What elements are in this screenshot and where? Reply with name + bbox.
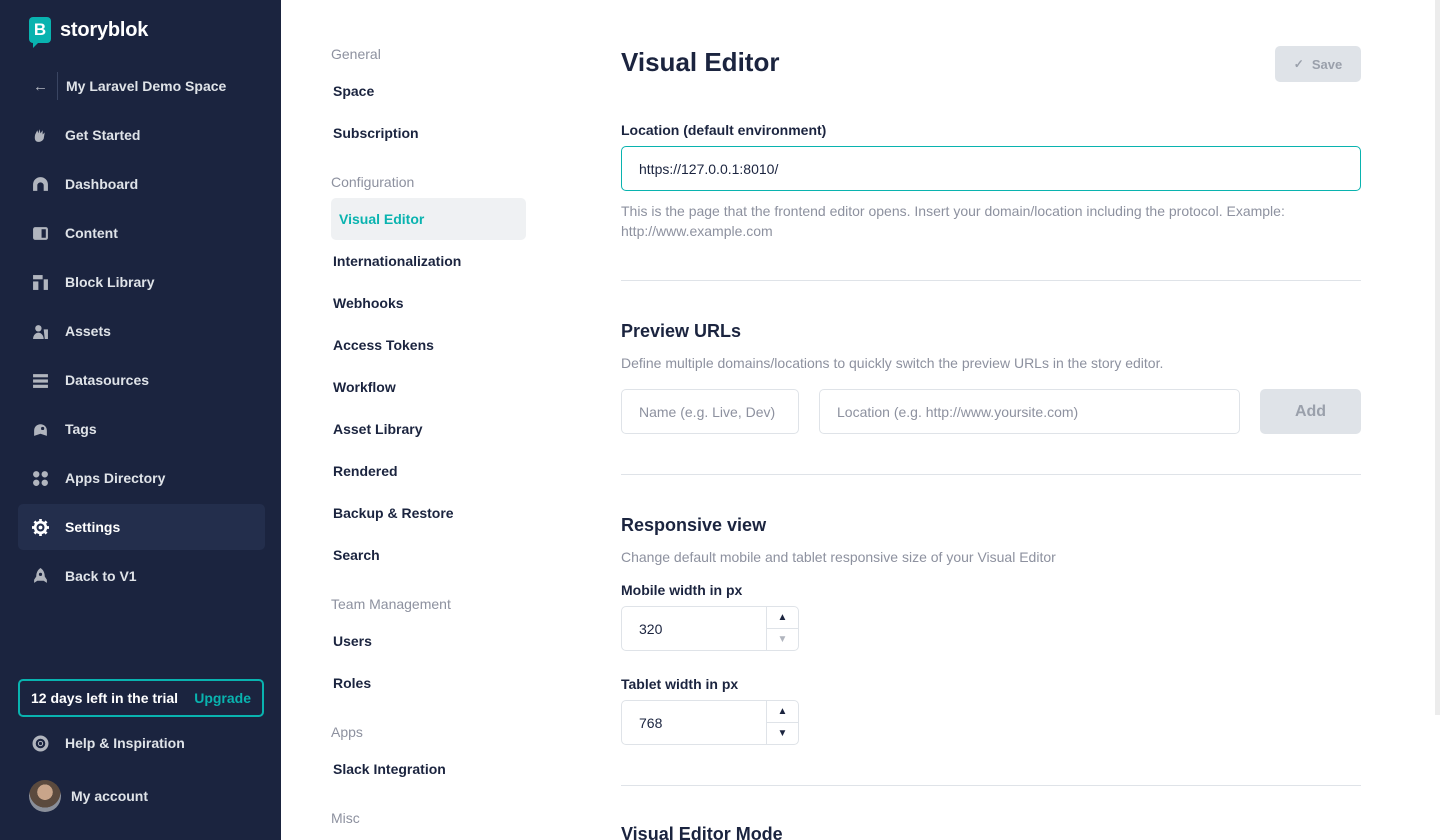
sidebar-item-get-started[interactable]: Get Started	[18, 112, 265, 158]
dashboard-icon	[32, 176, 49, 193]
section-team-management: Team Management	[331, 596, 451, 612]
back-to-space-button[interactable]: ← My Laravel Demo Space	[18, 63, 265, 109]
arrow-left-icon: ←	[33, 77, 48, 95]
page-title: Visual Editor	[621, 47, 780, 77]
gear-icon	[32, 518, 49, 536]
rocket-icon	[32, 567, 49, 585]
menu-item-visual-editor[interactable]: Visual Editor	[331, 198, 526, 240]
sidebar-item-label: Assets	[65, 323, 111, 339]
menu-item-backup-restore[interactable]: Backup & Restore	[331, 492, 526, 534]
help-inspiration-link[interactable]: Help & Inspiration	[18, 720, 265, 766]
stepper-buttons: ▲ ▼	[766, 607, 798, 650]
sidebar-item-label: Content	[65, 225, 118, 241]
preview-name-input[interactable]	[621, 389, 799, 434]
logo-text: storyblok	[60, 18, 149, 41]
sidebar-item-tags[interactable]: Tags	[18, 406, 265, 452]
location-help-text: This is the page that the frontend edito…	[621, 203, 1285, 239]
datasources-icon	[32, 372, 49, 389]
section-configuration: Configuration	[331, 174, 415, 190]
sidebar-item-label: Back to V1	[65, 568, 137, 584]
menu-item-workflow[interactable]: Workflow	[331, 366, 526, 408]
visual-editor-mode-heading: Visual Editor Mode	[621, 824, 783, 840]
sidebar-item-apps-directory[interactable]: Apps Directory	[18, 455, 265, 501]
divider	[621, 280, 1361, 281]
help-label: Help & Inspiration	[65, 735, 185, 751]
menu-item-search[interactable]: Search	[331, 534, 526, 576]
sidebar-item-settings[interactable]: Settings	[18, 504, 265, 550]
sidebar-item-assets[interactable]: Assets	[18, 308, 265, 354]
save-label: Save	[1311, 56, 1343, 72]
sidebar-item-label: Tags	[65, 421, 97, 437]
sidebar: B storyblok ← My Laravel Demo Space Get …	[0, 0, 281, 840]
save-button[interactable]: ✓ Save	[1275, 46, 1361, 82]
sidebar-item-label: Apps Directory	[65, 470, 166, 486]
mobile-width-value[interactable]: 320	[622, 607, 766, 650]
trial-text: 12 days left in the trial	[31, 690, 179, 706]
avatar	[29, 780, 61, 812]
location-input[interactable]	[621, 146, 1361, 191]
sidebar-item-dashboard[interactable]: Dashboard	[18, 161, 265, 207]
sidebar-item-label: Datasources	[65, 372, 150, 388]
logo-mark: B	[29, 17, 51, 48]
tablet-width-label: Tablet width in px	[621, 676, 739, 692]
mobile-width-stepper[interactable]: 320 ▲ ▼	[621, 606, 799, 651]
menu-item-access-tokens[interactable]: Access Tokens	[331, 324, 526, 366]
account-label: My account	[71, 788, 149, 804]
scrollbar[interactable]	[1435, 0, 1440, 715]
assets-icon	[32, 323, 49, 340]
menu-item-users[interactable]: Users	[331, 620, 526, 662]
sidebar-item-block-library[interactable]: Block Library	[18, 259, 265, 305]
tag-icon	[32, 421, 49, 438]
sidebar-item-back-to-v1[interactable]: Back to V1	[18, 553, 265, 599]
stepper-buttons: ▲ ▼	[766, 701, 798, 744]
section-apps: Apps	[331, 724, 363, 740]
sidebar-item-label: Block Library	[65, 274, 155, 290]
sidebar-item-label: Dashboard	[65, 176, 139, 192]
sidebar-item-content[interactable]: Content	[18, 210, 265, 256]
preview-urls-heading: Preview URLs	[621, 321, 742, 341]
block-library-icon	[32, 274, 49, 291]
tablet-width-stepper[interactable]: 768 ▲ ▼	[621, 700, 799, 745]
chevron-up-icon[interactable]: ▲	[767, 607, 798, 628]
preview-urls-description: Define multiple domains/locations to qui…	[621, 355, 1164, 371]
location-label: Location (default environment)	[621, 122, 827, 138]
tablet-width-value[interactable]: 768	[622, 701, 766, 744]
menu-item-roles[interactable]: Roles	[331, 662, 526, 704]
content-icon	[32, 225, 49, 242]
menu-item-webhooks[interactable]: Webhooks	[331, 282, 526, 324]
lifebuoy-icon	[32, 735, 49, 752]
responsive-view-description: Change default mobile and tablet respons…	[621, 549, 1056, 565]
menu-item-space[interactable]: Space	[331, 70, 526, 112]
menu-item-subscription[interactable]: Subscription	[331, 112, 526, 154]
add-preview-url-button[interactable]: Add	[1260, 389, 1361, 434]
logo[interactable]: B storyblok	[29, 17, 149, 48]
divider	[621, 474, 1361, 475]
space-name: My Laravel Demo Space	[66, 78, 227, 94]
chevron-down-icon[interactable]: ▼	[767, 628, 798, 650]
mobile-width-label: Mobile width in px	[621, 582, 743, 598]
chevron-up-icon[interactable]: ▲	[767, 701, 798, 722]
menu-item-rendered[interactable]: Rendered	[331, 450, 526, 492]
upgrade-link[interactable]: Upgrade	[194, 690, 251, 706]
sidebar-item-datasources[interactable]: Datasources	[18, 357, 265, 403]
apps-icon	[32, 470, 49, 487]
section-general: General	[331, 46, 381, 62]
check-icon: ✓	[1293, 57, 1304, 71]
preview-location-input[interactable]	[819, 389, 1240, 434]
divider	[57, 72, 58, 100]
my-account-link[interactable]: My account	[29, 773, 276, 819]
section-misc: Misc	[331, 810, 360, 826]
menu-item-asset-library[interactable]: Asset Library	[331, 408, 526, 450]
sidebar-item-label: Settings	[65, 519, 121, 535]
divider	[621, 785, 1361, 786]
hand-icon	[32, 127, 49, 144]
trial-banner: 12 days left in the trial Upgrade	[18, 679, 264, 717]
sidebar-item-label: Get Started	[65, 127, 141, 143]
responsive-view-heading: Responsive view	[621, 515, 767, 535]
menu-item-internationalization[interactable]: Internationalization	[331, 240, 526, 282]
chevron-down-icon[interactable]: ▼	[767, 722, 798, 744]
menu-item-slack-integration[interactable]: Slack Integration	[331, 748, 526, 790]
